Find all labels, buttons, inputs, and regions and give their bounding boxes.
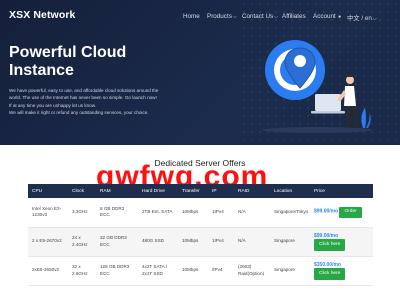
nav-account-label: Account [313,13,336,20]
cell-ram: 32 GB DDR3 ECC [96,227,138,257]
table-header-row: CPU Clock RAM Hard Drive Transfer IP RAI… [28,184,373,198]
hero-banner: XSX Network Home Products⌵ Contact Us⌵ A… [0,0,400,145]
cell-cpu: 2xE5-2650v2 [28,256,68,286]
col-header: RAID [238,188,250,194]
cell-transfer: 10Mbps [178,256,208,286]
cell-raid: N/A [234,227,270,257]
click-here-button[interactable]: Click here [314,268,346,280]
user-icon: ● [336,14,342,20]
hero-desc-line4: We will make it right or refund any outs… [9,109,149,115]
cell-price: $350.00/mo Click here [310,256,373,286]
click-here-button[interactable]: Click here [314,239,346,251]
cloud-illustration [262,40,372,133]
cell-disk: 2TB Ent. SATA [138,198,178,228]
table-row: Intel Xeon E3-1230v3 3.3GHz 8 GB DDR3 EC… [28,198,373,228]
table-row: 2 x E5-2670v2 24 x 2.4GHz 32 GB DDR3 ECC… [28,227,373,257]
price-period: /mo [329,232,339,239]
cell-transfer: 10Mbps [178,198,208,228]
offers-table-wrap: CPU Clock RAM Hard Drive Transfer IP RAI… [28,184,373,286]
nav-contact[interactable]: Contact Us⌵ [242,13,278,20]
table-row: 2xE5-2650v2 32 x 2.6GHz 128 GB DDR3 ECC … [28,256,373,286]
hero-title: Powerful Cloud Instance [9,44,189,80]
cell-disk: 4x2T SATA / 2x1T SSD [138,256,178,286]
cell-price: $99.00/mo Order [310,198,373,228]
nav-affiliates[interactable]: Affiliates [282,13,306,20]
cell-raid: N/A [234,198,270,228]
nav-products[interactable]: Products⌵ [207,13,237,20]
cell-raid: (2603) Raid(Option) [234,256,270,286]
cell-ram: 8 GB DDR3 ECC [96,198,138,228]
col-header: CPU [32,188,43,194]
cell-ip: 1IPv4 [208,227,234,257]
cell-location: Singapore [270,256,310,286]
nav-contact-label: Contact Us [242,13,274,20]
cell-cpu: 2 x E5-2670v2 [28,227,68,257]
cell-transfer: 10Mbps [178,227,208,257]
price-value: $99.00 [314,232,330,239]
nav-products-label: Products [207,13,232,20]
cell-clock: 3.3GHz [68,198,96,228]
order-button[interactable]: Order [339,206,362,218]
hero-desc-line3: If at any time you are unhappy let us kn… [9,102,97,108]
hero-desc-line2: world. The use of the Internet has never… [9,95,157,101]
price-period: /mo [329,208,339,214]
col-header: Price [314,188,325,194]
nav-account[interactable]: Account ● [313,13,341,20]
cell-ip: /IPv4 [208,256,234,286]
cell-price: $99.00/mo Click here [310,227,373,257]
cell-cpu: Intel Xeon E3-1230v3 [28,198,68,228]
hero-title-line2: Instance [9,62,74,79]
col-header: RAM [100,188,111,194]
chevron-down-icon: ⌵ [232,14,237,20]
price-value: $99.00 [314,208,330,214]
col-header: IP [212,188,217,194]
cell-ram: 128 GB DDR3 ECC [96,256,138,286]
col-header: Clock [72,188,84,194]
col-header: Hard Drive [142,188,165,194]
chevron-down-icon: ⌵ [372,16,377,22]
cell-location: Singapore [270,227,310,257]
hero-description: We have powerful, easy to use, and affor… [9,87,239,116]
site-logo[interactable]: XSX Network [9,9,75,21]
cell-location: Singapore/Tokyo [270,198,310,228]
cell-disk: 480G SSD [138,227,178,257]
nav-language[interactable]: 中文 / en⌵ [347,13,377,22]
col-header: Transfer [182,188,200,194]
offers-table: CPU Clock RAM Hard Drive Transfer IP RAI… [28,184,373,286]
hero-title-line1: Powerful Cloud [9,44,127,61]
nav-home[interactable]: Home [183,13,200,20]
chevron-down-icon: ⌵ [274,14,278,20]
hero-desc-line1: We have powerful, easy to use, and affor… [9,88,159,93]
cell-clock: 32 x 2.6GHz [68,256,96,286]
price-value: $350.00 [314,261,333,268]
nav-language-label: 中文 / en [347,15,372,22]
cell-ip: 1IPv4 [208,198,234,228]
price-period: /mo [332,261,341,268]
cell-clock: 24 x 2.4GHz [68,227,96,257]
col-header: Location [274,188,293,194]
